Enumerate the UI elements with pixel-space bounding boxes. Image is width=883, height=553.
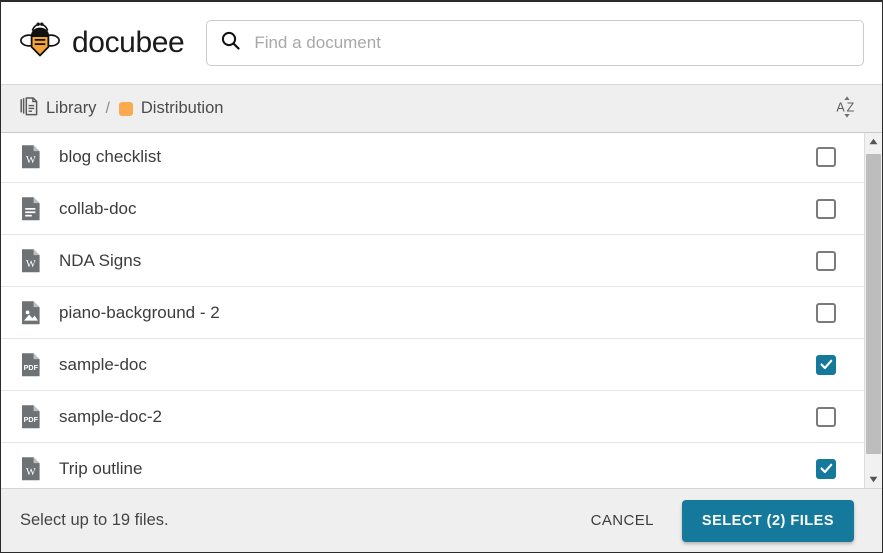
svg-text:W: W	[26, 155, 36, 166]
file-checkbox[interactable]	[816, 198, 836, 219]
file-list: Wblog checklist collab-doc W NDA Signs piano…	[1, 133, 864, 488]
scroll-down-arrow-icon[interactable]	[865, 471, 882, 488]
file-row[interactable]: PDF sample-doc-2	[1, 391, 864, 443]
file-name: blog checklist	[59, 146, 162, 166]
file-checkbox-cell[interactable]	[788, 406, 864, 427]
file-name: sample-doc	[59, 354, 147, 374]
svg-text:PDF: PDF	[24, 363, 39, 372]
selection-limit-note: Select up to 19 files.	[20, 511, 169, 529]
file-checkbox[interactable]	[816, 146, 836, 167]
bee-icon	[19, 20, 61, 67]
word-file-icon: W	[20, 248, 42, 274]
image-file-icon	[20, 300, 42, 326]
svg-text:PDF: PDF	[24, 415, 39, 424]
dialog-footer: Select up to 19 files. CANCEL SELECT (2)…	[1, 488, 882, 552]
file-row[interactable]: W Trip outline	[1, 443, 864, 488]
sort-az-icon: A Z	[834, 94, 860, 123]
breadcrumb-item-distribution[interactable]: Distribution	[118, 99, 224, 118]
file-checkbox[interactable]	[816, 354, 836, 375]
file-checkbox[interactable]	[816, 250, 836, 271]
file-row[interactable]: collab-doc	[1, 183, 864, 235]
breadcrumb-library-label: Library	[46, 99, 97, 117]
file-name: sample-doc-2	[59, 406, 162, 426]
breadcrumb-folder-label: Distribution	[140, 99, 224, 117]
pdf-file-icon: PDF	[20, 404, 42, 430]
scrollbar-thumb[interactable]	[866, 154, 881, 454]
file-checkbox[interactable]	[816, 302, 836, 323]
search-icon	[221, 31, 240, 55]
file-checkbox[interactable]	[816, 458, 836, 479]
file-row[interactable]: PDF sample-doc	[1, 339, 864, 391]
breadcrumb-bar: Library / Distribution A Z	[1, 85, 882, 133]
file-name: NDA Signs	[59, 250, 142, 270]
file-name: Trip outline	[59, 458, 143, 478]
file-checkbox-cell[interactable]	[788, 250, 864, 271]
sort-button[interactable]: A Z	[830, 92, 864, 126]
file-name: piano-background - 2	[59, 302, 220, 322]
brand: docubee	[19, 20, 185, 67]
file-checkbox-cell[interactable]	[788, 146, 864, 167]
svg-text:Z: Z	[847, 100, 855, 114]
file-picker-dialog: docubee Find a document Library / Distri…	[0, 0, 883, 553]
breadcrumb-item-library[interactable]: Library	[20, 96, 97, 121]
file-row[interactable]: piano-background - 2	[1, 287, 864, 339]
file-checkbox-cell[interactable]	[788, 302, 864, 323]
svg-text:W: W	[26, 467, 36, 478]
document-file-icon	[20, 196, 42, 222]
file-checkbox-cell[interactable]	[788, 354, 864, 375]
file-list-region: Wblog checklist collab-doc W NDA Signs piano…	[1, 133, 882, 488]
word-file-icon: W	[20, 144, 42, 170]
breadcrumb-separator: /	[105, 99, 110, 117]
scroll-up-arrow-icon[interactable]	[865, 133, 882, 150]
file-checkbox[interactable]	[816, 406, 836, 427]
svg-text:A: A	[836, 100, 845, 114]
svg-text:W: W	[26, 259, 36, 270]
file-checkbox-cell[interactable]	[788, 458, 864, 479]
folder-icon	[118, 101, 133, 116]
pdf-file-icon: PDF	[20, 352, 42, 378]
brand-name: docubee	[72, 26, 185, 59]
scrollbar-track[interactable]	[865, 150, 882, 471]
file-name: collab-doc	[59, 198, 137, 218]
search-input[interactable]	[252, 32, 849, 54]
file-row[interactable]: W NDA Signs	[1, 235, 864, 287]
list-scrollbar[interactable]	[864, 133, 882, 488]
cancel-button[interactable]: CANCEL	[577, 502, 668, 539]
file-row[interactable]: Wblog checklist	[1, 133, 864, 183]
app-header: docubee	[1, 2, 882, 85]
select-files-button[interactable]: SELECT (2) FILES	[681, 499, 854, 542]
word-file-icon: W	[20, 456, 42, 482]
search-box[interactable]	[206, 20, 864, 66]
documents-icon	[20, 96, 38, 121]
file-checkbox-cell[interactable]	[788, 198, 864, 219]
